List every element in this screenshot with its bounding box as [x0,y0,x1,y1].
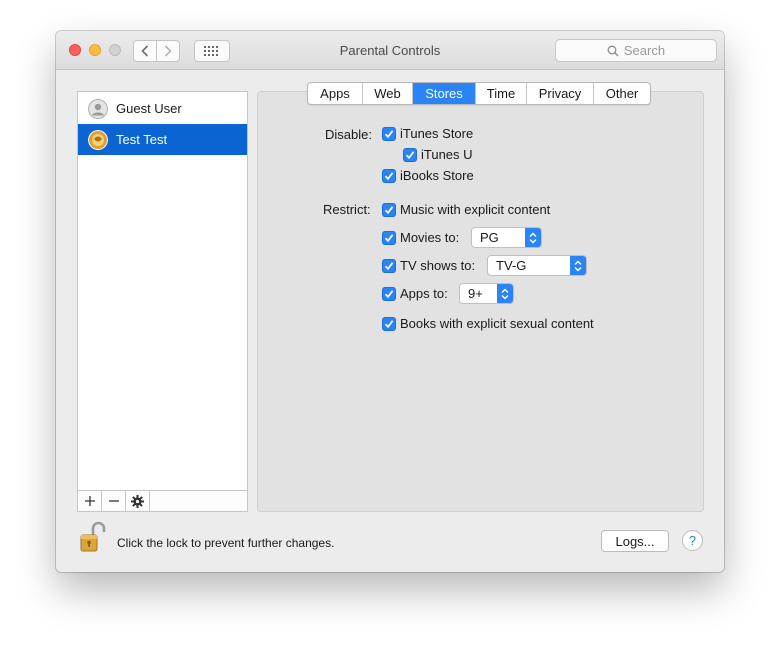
user-name: Test Test [116,132,168,147]
remove-user-button[interactable] [102,491,126,511]
checkmark-icon [382,168,396,183]
guest-avatar-icon [88,98,108,119]
user-name: Guest User [116,101,182,116]
select-value: 9+ [468,286,483,301]
ibooks-store-checkbox[interactable]: iBooks Store [382,168,474,183]
movies-checkbox[interactable]: Movies to: [382,230,459,245]
movies-rating-select[interactable]: PG [471,227,542,248]
tab-other[interactable]: Other [594,83,650,104]
itunes-store-checkbox[interactable]: iTunes Store [382,126,473,141]
checkmark-icon [382,202,396,217]
unlocked-padlock-icon [80,521,106,552]
search-icon [607,45,619,56]
music-explicit-checkbox[interactable]: Music with explicit content [382,202,550,217]
checkbox-label: Apps to: [400,286,448,301]
help-button[interactable]: ? [682,530,703,551]
user-avatar-icon [88,129,108,150]
checkbox-label: Books with explicit sexual content [400,316,594,331]
lock-message: Click the lock to prevent further change… [117,536,335,550]
updown-arrows-icon [570,256,586,275]
tv-rating-select[interactable]: TV-G [487,255,587,276]
user-list: Guest User Test Test [77,91,248,512]
select-value: PG [480,230,499,245]
user-item-selected[interactable]: Test Test [78,124,247,155]
plus-icon [84,496,95,506]
checkmark-icon [403,147,417,162]
tab-apps[interactable]: Apps [308,83,363,104]
checkbox-label: TV shows to: [400,258,476,273]
checkmark-icon [382,316,396,331]
logs-button[interactable]: Logs... [601,530,669,552]
lock-button[interactable] [76,520,110,554]
search-field[interactable]: Search [555,39,717,62]
checkmark-icon [382,230,396,245]
updown-arrows-icon [497,284,513,303]
tab-time[interactable]: Time [476,83,527,104]
tv-shows-checkbox[interactable]: TV shows to: [382,258,475,273]
books-explicit-checkbox[interactable]: Books with explicit sexual content [382,316,594,331]
updown-arrows-icon [525,228,541,247]
tab-bar: Apps Web Stores Time Privacy Other [307,82,651,105]
checkbox-label: iBooks Store [400,168,474,183]
minus-icon [108,500,119,502]
add-user-button[interactable] [78,491,102,511]
checkmark-icon [382,126,396,141]
tab-stores[interactable]: Stores [413,83,476,104]
tab-privacy[interactable]: Privacy [527,83,594,104]
disable-label: Disable: [325,127,372,142]
itunes-u-checkbox[interactable]: iTunes U [403,147,473,162]
action-menu-button[interactable] [126,491,150,511]
apps-rating-select[interactable]: 9+ [459,283,514,304]
checkbox-label: iTunes U [421,147,473,162]
restrict-label: Restrict: [323,202,371,217]
checkbox-label: iTunes Store [400,126,474,141]
search-placeholder: Search [623,43,666,58]
checkmark-icon [382,286,396,301]
preferences-window: Parental Controls Search Guest User Test… [56,31,724,572]
select-value: TV-G [496,258,527,273]
apps-checkbox[interactable]: Apps to: [382,286,448,301]
titlebar: Parental Controls Search [56,31,724,70]
tab-web[interactable]: Web [363,83,413,104]
checkbox-label: Movies to: [400,230,460,245]
checkmark-icon [382,258,396,273]
user-item-guest[interactable]: Guest User [78,93,247,124]
checkbox-label: Music with explicit content [400,202,551,217]
user-list-toolbar [78,490,247,511]
gear-icon [131,494,144,508]
